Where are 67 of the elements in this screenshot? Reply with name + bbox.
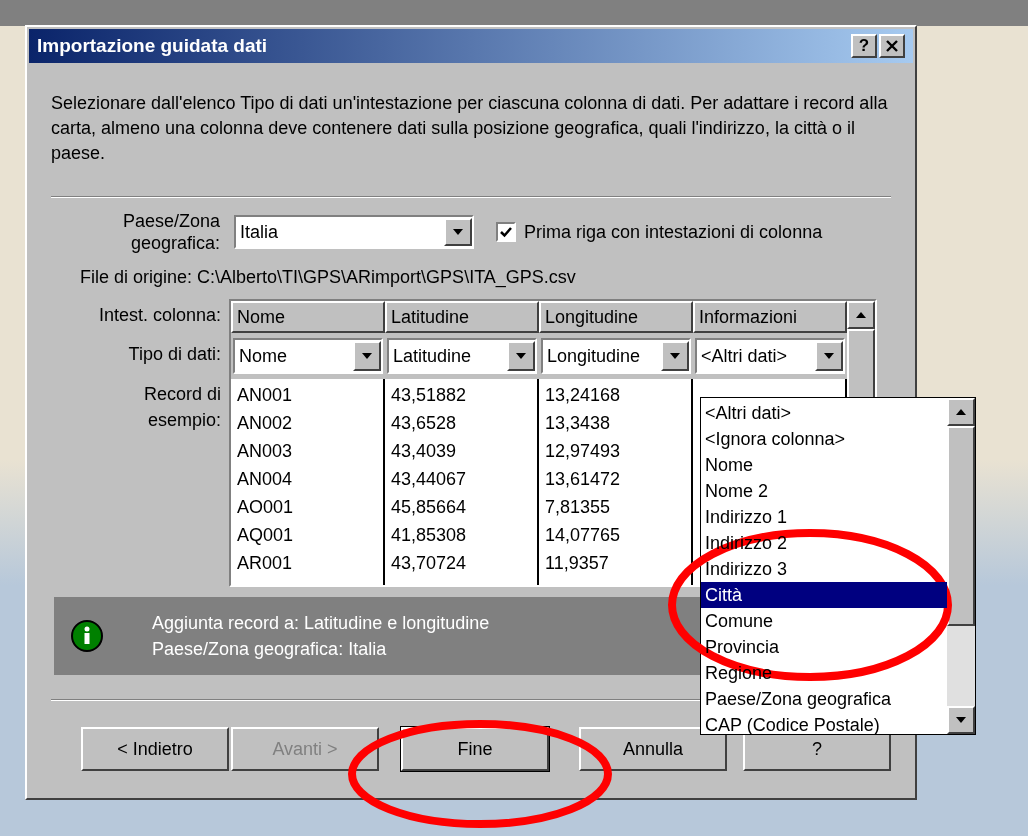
dropdown-scrollbar[interactable] bbox=[947, 398, 975, 734]
wizard-button[interactable]: Fine bbox=[401, 727, 549, 771]
checkbox-label: Prima riga con intestazioni di colonna bbox=[524, 220, 823, 244]
country-label: Paese/Zona geografica: bbox=[121, 210, 220, 254]
column-header[interactable]: Nome bbox=[231, 301, 385, 333]
table-cell-text: 43,6528 bbox=[390, 412, 458, 435]
dropdown-option[interactable]: Indirizzo 3 bbox=[701, 556, 947, 582]
country-combo[interactable]: Italia bbox=[234, 215, 474, 249]
dropdown-arrow-icon bbox=[516, 353, 526, 359]
info-text: Paese/Zona geografica: Italia bbox=[152, 638, 388, 661]
source-file-text: File di origine: C:\Alberto\TI\GPS\ARimport\GPS\ITA_GPS.csv bbox=[80, 266, 577, 290]
dropdown-option[interactable]: <Ignora colonna> bbox=[701, 426, 947, 452]
info-text: Aggiunta record a: Latitudine e longitudine bbox=[152, 612, 490, 635]
close-icon bbox=[886, 40, 898, 52]
dropdown-arrow-icon bbox=[453, 229, 463, 235]
sample-records-label: Record di esempio: bbox=[142, 383, 221, 432]
column-header-label: Intest. colonna: bbox=[98, 304, 221, 327]
dropdown-arrow-icon bbox=[670, 353, 680, 359]
scroll-up-arrow-icon bbox=[956, 409, 966, 415]
close-button[interactable] bbox=[879, 34, 905, 58]
table-cell-text: 7,81355 bbox=[544, 496, 612, 519]
window-title: Importazione guidata dati bbox=[37, 33, 269, 58]
table-cell-text: AR001 bbox=[236, 552, 294, 575]
dropdown-arrow-icon bbox=[362, 353, 372, 359]
column-header[interactable]: Informazioni bbox=[693, 301, 847, 333]
dropdown-arrow-icon bbox=[824, 353, 834, 359]
data-type-combo[interactable]: Nome bbox=[233, 338, 383, 374]
data-type-combo[interactable]: Longitudine bbox=[541, 338, 691, 374]
table-cell-text: 43,70724 bbox=[390, 552, 468, 575]
column-header[interactable]: Longitudine bbox=[539, 301, 693, 333]
table-cell-text: 43,51882 bbox=[390, 384, 468, 407]
dropdown-option[interactable]: Nome bbox=[701, 452, 947, 478]
instructions-text: Selezionare dall'elenco Tipo di dati un'intestazione per ciascuna colonna di dati. Per adattare i record alla carta, almeno una colonna deve contenere dati sulla posizione geografica, quali l'indirizzo, la città o il paese. bbox=[51, 92, 889, 165]
dropdown-option[interactable]: Città bbox=[701, 582, 947, 608]
table-cell-text: 12,97493 bbox=[544, 440, 622, 463]
dropdown-option[interactable]: Comune bbox=[701, 608, 947, 634]
header-checkbox[interactable] bbox=[496, 222, 516, 242]
data-type-combo[interactable]: Latitudine bbox=[387, 338, 537, 374]
column-header[interactable]: Latitudine bbox=[385, 301, 539, 333]
table-cell-text: AN004 bbox=[236, 468, 294, 491]
table-cell-text: 13,3438 bbox=[544, 412, 612, 435]
data-type-combo[interactable]: <Altri dati> bbox=[695, 338, 845, 374]
dropdown-option[interactable]: Paese/Zona geografica bbox=[701, 686, 947, 712]
table-cell-text: 13,24168 bbox=[544, 384, 622, 407]
table-cell-text: 45,85664 bbox=[390, 496, 468, 519]
table-cell-text: 41,85308 bbox=[390, 524, 468, 547]
dropdown-option[interactable]: Nome 2 bbox=[701, 478, 947, 504]
table-cell-text: AN002 bbox=[236, 412, 294, 435]
table-cell-text: 43,4039 bbox=[390, 440, 458, 463]
wizard-button[interactable]: < Indietro bbox=[81, 727, 229, 771]
table-cell-text: 11,9357 bbox=[544, 552, 610, 575]
data-type-label: Tipo di dati: bbox=[128, 343, 221, 366]
help-button[interactable]: ? bbox=[851, 34, 877, 58]
info-icon bbox=[70, 619, 104, 653]
dropdown-option[interactable]: Provincia bbox=[701, 634, 947, 660]
dropdown-option[interactable]: <Altri dati> bbox=[701, 400, 947, 426]
table-cell-text: 43,44067 bbox=[390, 468, 468, 491]
table-cell-text: AN001 bbox=[236, 384, 294, 407]
dropdown-arrow-icon bbox=[956, 717, 966, 723]
scroll-up-arrow-icon bbox=[856, 312, 866, 318]
check-icon bbox=[500, 226, 512, 238]
table-cell-text: 14,07765 bbox=[544, 524, 622, 547]
table-cell-text: AN003 bbox=[236, 440, 294, 463]
table-cell-text: AQ001 bbox=[236, 524, 295, 547]
table-cell-text: 13,61472 bbox=[544, 468, 622, 491]
table-cell-text: AO001 bbox=[236, 496, 295, 519]
dropdown-option[interactable]: Indirizzo 1 bbox=[701, 504, 947, 530]
